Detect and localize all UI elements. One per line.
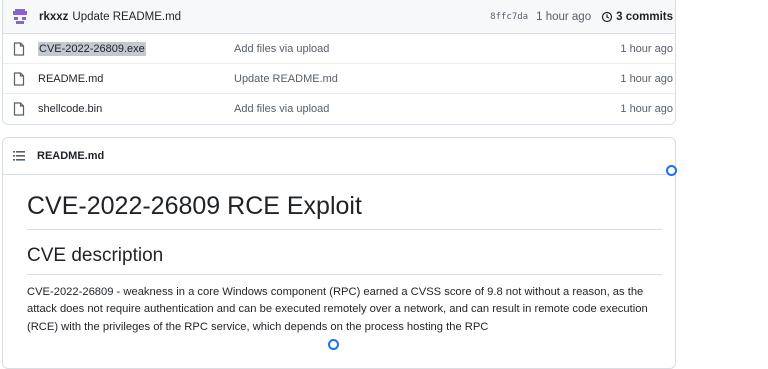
readme-paragraph: CVE-2022-26809 - weakness in a core Wind… [27,285,648,333]
readme-header: README.md [3,138,675,175]
file-commit-message[interactable]: Add files via upload [234,103,620,115]
readme-section-heading: CVE description [27,244,662,275]
file-row[interactable]: README.md Update README.md 1 hour ago [3,64,675,94]
commit-author[interactable]: rkxxz [39,11,68,23]
cursor-ring-icon [666,165,677,176]
file-list-panel: rkxxz Update README.md 8ffc7da 1 hour ag… [2,0,676,125]
readme-panel: README.md CVE-2022-26809 RCE Exploit CVE… [2,137,676,369]
file-time: 1 hour ago [620,42,673,55]
file-icon [13,101,27,116]
readme-title: CVE-2022-26809 RCE Exploit [27,191,662,230]
file-name-link[interactable]: README.md [38,73,234,85]
commits-link[interactable]: 3 commits [601,11,673,23]
commits-count: 3 commits [616,10,673,23]
file-commit-message[interactable]: Add files via upload [234,43,620,55]
readme-filename: README.md [37,150,105,162]
list-icon[interactable] [13,151,25,161]
file-time: 1 hour ago [620,102,673,115]
readme-body: CVE-2022-26809 RCE Exploit CVE descripti… [3,191,675,336]
file-commit-message[interactable]: Update README.md [234,73,620,85]
cursor-ring-icon [328,339,339,350]
commit-message[interactable]: Update README.md [72,11,181,23]
commit-sha[interactable]: 8ffc7da [490,12,528,22]
file-row[interactable]: CVE-2022-26809.exe Add files via upload … [3,34,675,64]
file-icon [13,41,27,56]
file-icon [13,71,27,86]
file-name-link[interactable]: CVE-2022-26809.exe [38,41,234,56]
avatar[interactable] [9,6,31,28]
file-row[interactable]: shellcode.bin Add files via upload 1 hou… [3,94,675,123]
file-name-link[interactable]: shellcode.bin [38,103,234,115]
history-icon [602,11,613,22]
file-time: 1 hour ago [620,72,673,85]
commit-time: 1 hour ago [536,10,592,23]
latest-commit-bar: rkxxz Update README.md 8ffc7da 1 hour ag… [3,0,675,34]
